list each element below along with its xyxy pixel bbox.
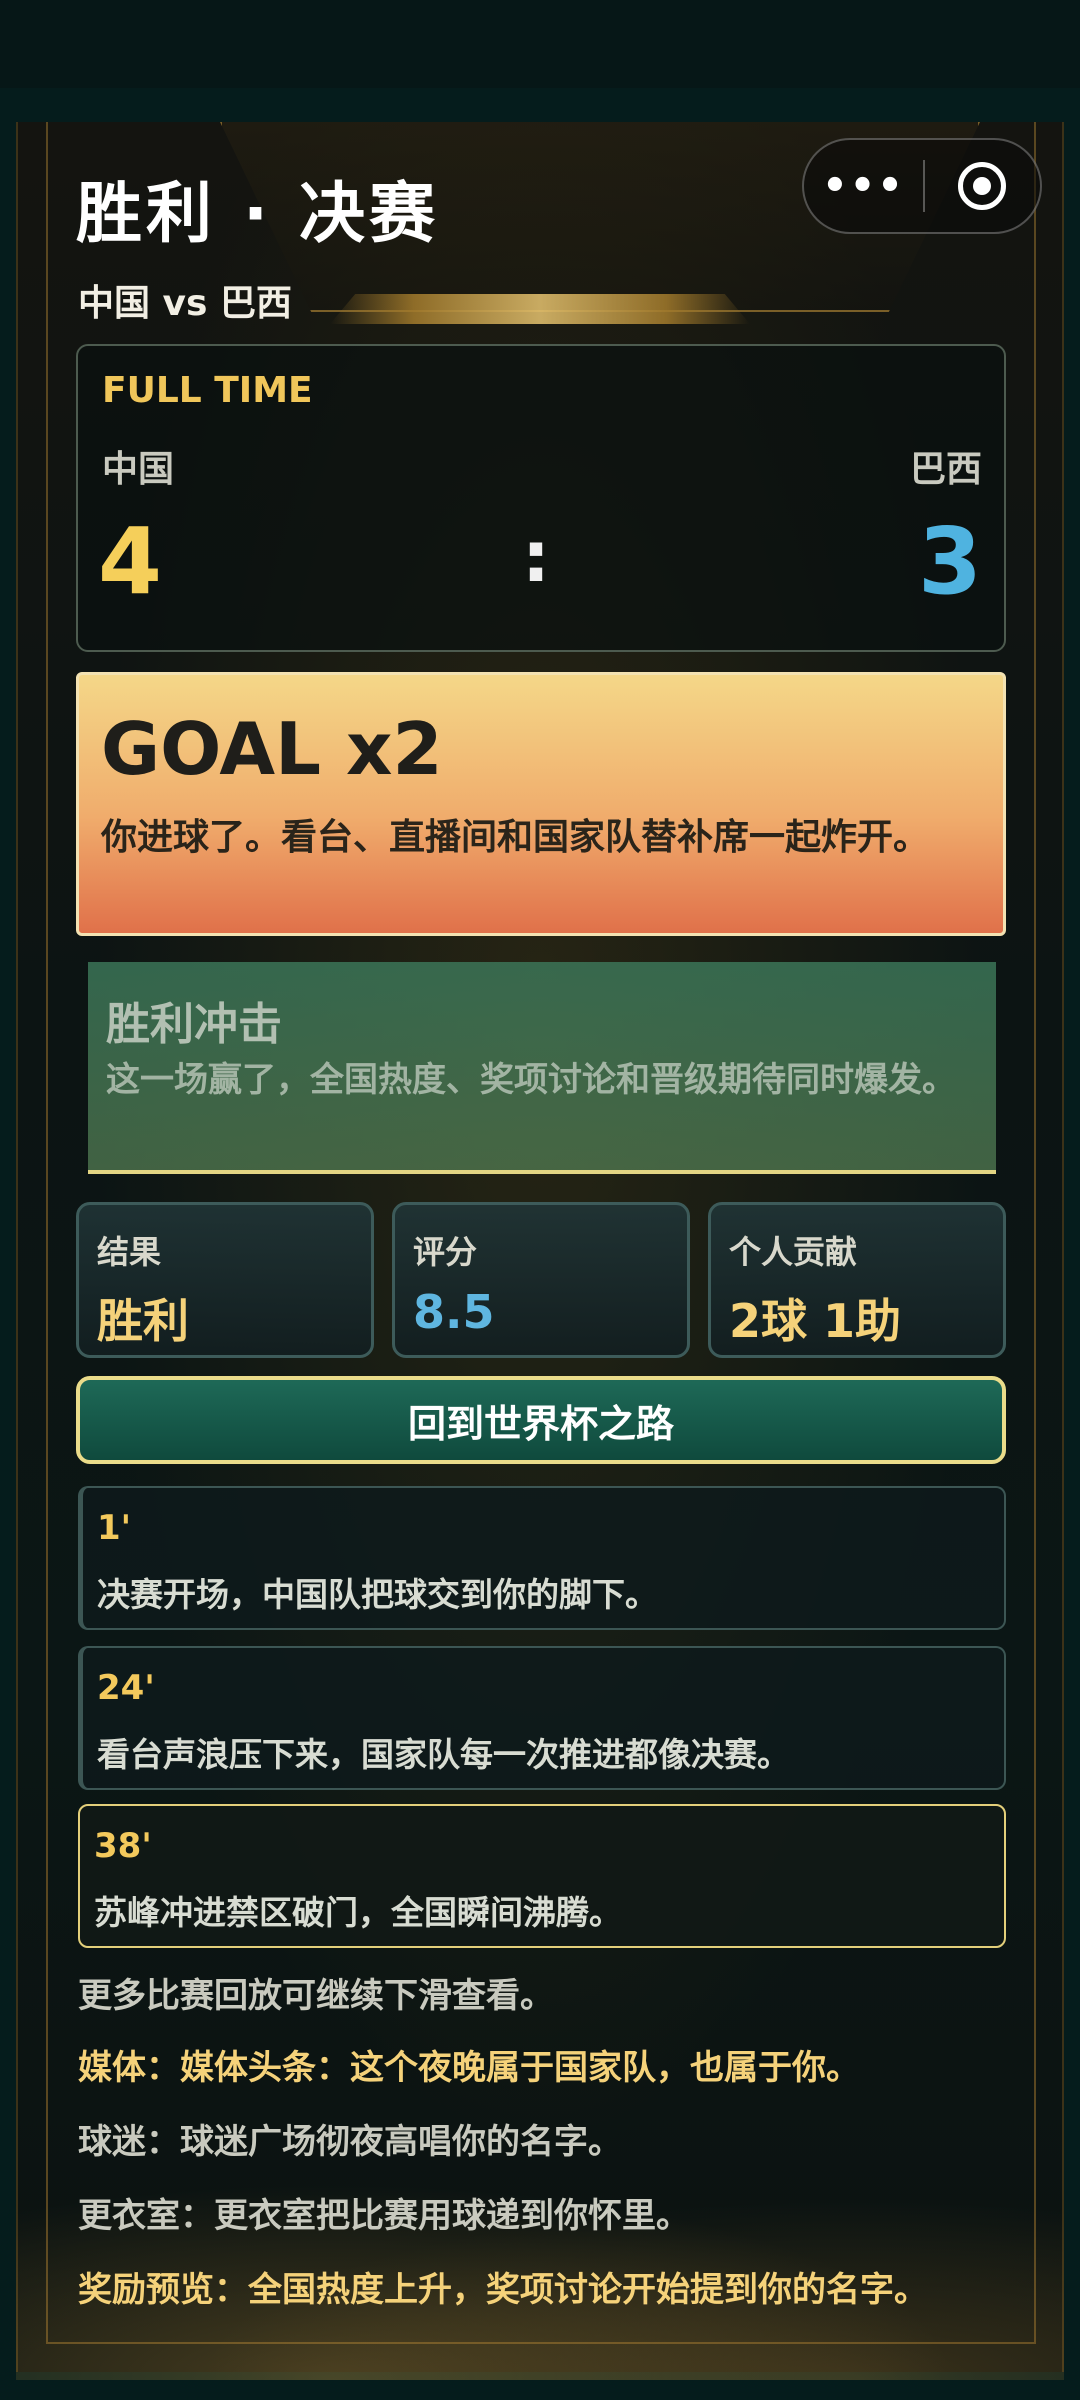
stat-value: 胜利: [97, 1294, 189, 1348]
event-text: 苏峰冲进禁区破门，全国瞬间沸腾。: [94, 1893, 622, 1932]
stat-contribution: 个人贡献 2球 1助: [708, 1202, 1006, 1358]
impact-description: 这一场赢了，全国热度、奖项讨论和晋级期待同时爆发。: [106, 1060, 956, 1100]
stat-result: 结果 胜利: [76, 1202, 374, 1358]
timeline-event: 24' 看台声浪压下来，国家队每一次推进都像决赛。: [78, 1646, 1006, 1790]
stat-value: 2球 1助: [729, 1294, 902, 1348]
scoreboard: FULL TIME 中国 巴西 4 : 3: [76, 344, 1006, 652]
world-cup-road-button[interactable]: 回到世界杯之路: [76, 1376, 1006, 1464]
impact-title: 胜利冲击: [106, 999, 282, 1050]
status-bar: [0, 0, 1080, 88]
goal-description: 你进球了。看台、直播间和国家队替补席一起炸开。: [101, 817, 930, 858]
goal-title: GOAL x2: [101, 707, 443, 791]
more-dots-icon[interactable]: •••: [804, 166, 923, 206]
media-note: 媒体：媒体头条：这个夜晚属于国家队，也属于你。: [78, 2048, 860, 2088]
event-text: 决赛开场，中国队把球交到你的脚下。: [97, 1575, 658, 1614]
stat-value: 8.5: [413, 1285, 495, 1339]
gold-ornament-bar: [330, 294, 750, 324]
away-team-name: 巴西: [909, 449, 982, 490]
timeline-event: 1' 决赛开场，中国队把球交到你的脚下。: [78, 1486, 1006, 1630]
reward-preview-note: 奖励预览：全国热度上升，奖项讨论开始提到你的名字。: [78, 2270, 928, 2310]
score-separator: :: [522, 516, 550, 598]
victory-impact-card: 胜利冲击 这一场赢了，全国热度、奖项讨论和晋级期待同时爆发。: [88, 962, 996, 1174]
event-minute: 24': [97, 1668, 155, 1708]
stat-rating: 评分 8.5: [392, 1202, 690, 1358]
event-text: 看台声浪压下来，国家队每一次推进都像决赛。: [97, 1735, 790, 1774]
goal-banner: GOAL x2 你进球了。看台、直播间和国家队替补席一起炸开。: [76, 672, 1006, 936]
away-score: 3: [917, 508, 982, 615]
target-icon[interactable]: [925, 162, 1040, 210]
match-subtitle: 中国 vs 巴西: [78, 283, 292, 324]
page-title: 胜利 · 决赛: [76, 175, 440, 252]
event-minute: 1': [97, 1508, 132, 1548]
more-replays-hint: 更多比赛回放可继续下滑查看。: [78, 1976, 554, 2016]
stat-label: 结果: [97, 1233, 162, 1271]
home-score: 4: [98, 508, 163, 615]
timeline-event: 38' 苏峰冲进禁区破门，全国瞬间沸腾。: [78, 1804, 1006, 1948]
event-minute: 38': [94, 1826, 152, 1866]
stat-label: 个人贡献: [729, 1233, 858, 1271]
home-team-name: 中国: [102, 449, 175, 490]
stat-label: 评分: [413, 1233, 478, 1271]
locker-room-note: 更衣室：更衣室把比赛用球递到你怀里。: [78, 2196, 690, 2236]
fans-note: 球迷：球迷广场彻夜高唱你的名字。: [78, 2122, 622, 2162]
match-status: FULL TIME: [102, 370, 313, 411]
mini-program-capsule: •••: [802, 138, 1042, 234]
